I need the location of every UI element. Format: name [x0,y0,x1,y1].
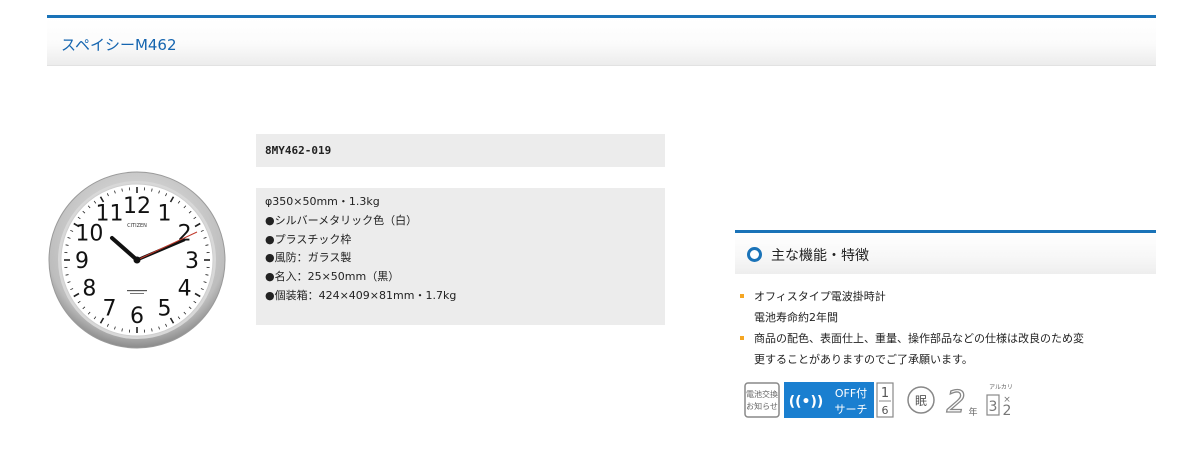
spec-box: φ350×50mm・1.3kg ●シルバーメタリック色（白） ●プラスチック枠 … [256,188,665,325]
feature-line: 商品の配色、表面仕上、重量、操作部品などの仕様は改良のため変 [754,332,1084,345]
spec-item: ●個装箱：424×409×81mm・1.7kg [265,288,457,302]
clock-image: 12 1 2 3 4 5 6 7 8 9 10 11 CITIZEN [47,170,227,350]
model-number: 8MY462-019 [265,144,332,157]
page-header: スペイシーM462 [47,15,1156,66]
feature-icons: 電池交換 お知らせ ((•)) OFF付 サーチ 1 6 眠 2 年 アルカリ … [744,382,1024,418]
spec-list: φ350×50mm・1.3kg ●シルバーメタリック色（白） ●プラスチック枠 … [256,188,665,306]
spec-item: ●名入：25×50mm（黒） [265,270,400,284]
clock-numeral: 11 [96,201,124,226]
alkaline-battery-icon: アルカリ 3 × 2 [986,384,1013,418]
feature-line: 電池寿命約2年間 [754,311,838,324]
fraction-bottom: 6 [882,404,889,417]
spec-item: φ350×50mm・1.3kg [265,195,380,208]
battery-years-icon: 2 年 [946,384,978,418]
clock-numeral: 3 [185,249,199,274]
battery-notice-line: お知らせ [746,401,778,411]
model-box: 8MY462-019 [256,134,665,167]
clock-brand: CITIZEN [127,223,147,229]
clock-numeral: 4 [178,277,192,302]
off-search-icon: OFF付 サーチ [828,382,874,418]
clock-numeral: 6 [130,304,144,329]
clock-numeral: 12 [123,194,151,219]
fraction-top: 1 [881,386,889,401]
page-title: スペイシーM462 [61,36,177,54]
off-search-line: OFF付 [835,387,867,400]
clock-numeral: 8 [82,277,96,302]
clock-numeral: 9 [75,249,89,274]
circle-bullet-icon [747,247,762,262]
spec-item: ●風防：ガラス製 [265,251,352,265]
feature-item: オフィスタイプ電波掛時計 電池寿命約2年間 [740,286,1160,328]
clock-numeral: 1 [158,201,172,226]
alkaline-count: 3 [989,399,998,415]
clock-numeral: 7 [103,297,117,322]
square-bullet-icon [740,336,744,340]
features-list: オフィスタイプ電波掛時計 電池寿命約2年間 商品の配色、表面仕上、重量、操作部品… [740,286,1160,370]
radio-wave-label: ((•)) [789,394,824,410]
battery-years-unit: 年 [968,406,977,418]
sleep-icon: 眠 [907,386,935,414]
battery-years-value: 2 [946,385,965,418]
features-heading: 主な機能・特徴 [771,248,869,264]
off-search-line: サーチ [835,403,868,416]
feature-item: 商品の配色、表面仕上、重量、操作部品などの仕様は改良のため変 更することがありま… [740,328,1160,370]
radio-wave-icon: ((•)) [784,382,828,418]
spec-item: ●プラスチック枠 [265,232,352,246]
fraction-icon: 1 6 [876,382,894,418]
square-bullet-icon [740,294,744,298]
feature-line: 更することがありますのでご了承願います。 [754,353,973,366]
feature-line: オフィスタイプ電波掛時計 [754,290,886,303]
battery-notice-line: 電池交換 [746,389,778,399]
alkaline-label: アルカリ [989,384,1013,391]
battery-notice-icon: 電池交換 お知らせ [744,382,780,418]
spec-item: ●シルバーメタリック色（白） [265,213,418,227]
alkaline-size: 2 [1003,403,1012,418]
features-header: 主な機能・特徴 [735,230,1156,274]
sleep-label: 眠 [915,394,927,408]
clock-numeral: 5 [158,297,172,322]
